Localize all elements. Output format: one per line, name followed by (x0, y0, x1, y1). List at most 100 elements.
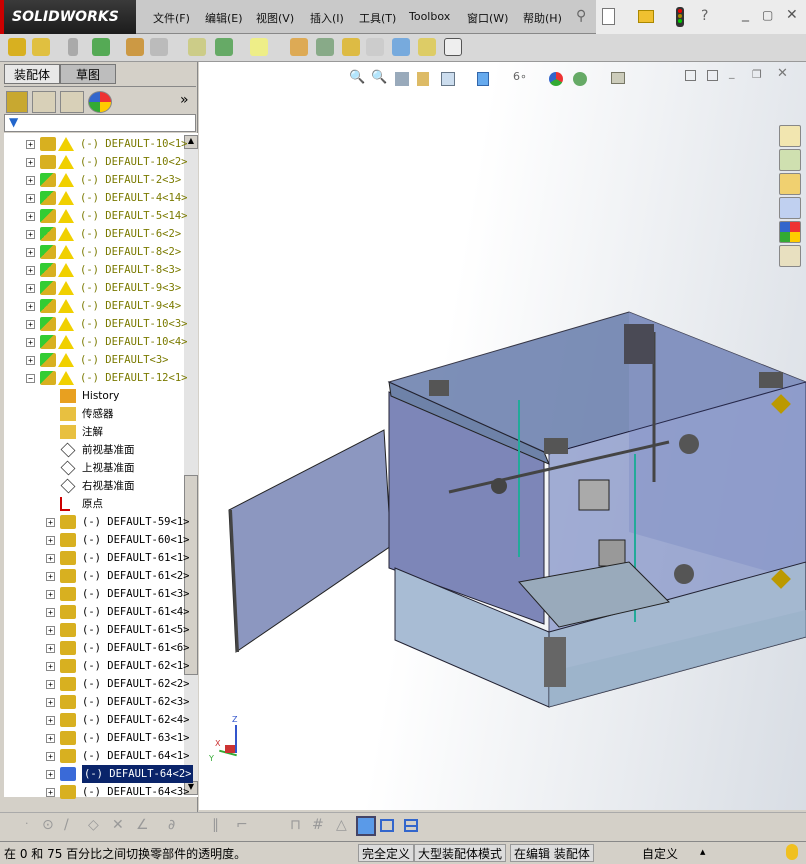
tree-item[interactable]: + (-) DEFAULT-2<3> (4, 171, 182, 189)
menu-file[interactable]: 文件(F) (153, 10, 190, 26)
parallel-icon[interactable]: ∥ (212, 817, 219, 833)
tree-item[interactable]: + (-) DEFAULT-10<3> (4, 315, 187, 333)
tree-part-item[interactable]: + (-) DEFAULT-61<6> (4, 639, 189, 657)
instant3d-icon[interactable] (444, 38, 462, 56)
expand-toggle[interactable]: + (46, 770, 55, 779)
tree-feature-item[interactable]: History (4, 387, 182, 405)
clearance-verification-icon[interactable] (418, 38, 436, 56)
tree-item[interactable]: + (-) DEFAULT-8<2> (4, 243, 182, 261)
tree-item[interactable]: + (-) DEFAULT-6<2> (4, 225, 182, 243)
tangent-icon[interactable]: ∂ (168, 817, 175, 833)
line-icon[interactable]: / (64, 817, 69, 833)
tree-feature-item[interactable]: 右视基准面 (4, 477, 182, 495)
angle-icon[interactable]: ∠ (136, 817, 149, 833)
menu-insert[interactable]: 插入(I) (310, 10, 344, 26)
expand-toggle[interactable]: + (26, 338, 35, 347)
move-component-icon[interactable] (150, 38, 168, 56)
expand-toggle[interactable]: + (26, 158, 35, 167)
bill-of-materials-icon[interactable] (316, 38, 334, 56)
tree-feature-item[interactable]: 前视基准面 (4, 441, 182, 459)
expand-toggle[interactable]: + (26, 212, 35, 221)
pin-icon[interactable]: ⚲ (576, 8, 586, 24)
open-folder-icon[interactable] (638, 10, 654, 23)
design-library-icon[interactable] (779, 149, 801, 171)
filter-icon[interactable]: ▼ (9, 115, 18, 129)
minimize-icon[interactable]: _ (742, 6, 749, 22)
tree-item[interactable]: − (-) DEFAULT-12<1> (4, 369, 187, 387)
tree-item[interactable]: + (-) DEFAULT-10<2> (4, 153, 187, 171)
menu-tools[interactable]: 工具(T) (359, 10, 396, 26)
expand-toggle[interactable]: + (26, 230, 35, 239)
expand-toggle[interactable]: + (26, 356, 35, 365)
feature-manager-tab-icon[interactable] (6, 91, 28, 113)
smart-fasteners-icon[interactable] (126, 38, 144, 56)
tree-part-item[interactable]: + (-) DEFAULT-62<2> (4, 675, 189, 693)
expand-toggle[interactable]: + (46, 626, 55, 635)
menu-edit[interactable]: 编辑(E) (205, 10, 243, 26)
collapse-toggle[interactable]: − (26, 374, 35, 383)
tree-part-item[interactable]: + (-) DEFAULT-62<3> (4, 693, 189, 711)
tree-feature-item[interactable]: 上视基准面 (4, 459, 182, 477)
expand-toggle[interactable]: + (46, 698, 55, 707)
point-icon[interactable]: · (25, 817, 29, 830)
insert-component-icon[interactable] (8, 38, 26, 56)
mate-icon[interactable] (68, 38, 78, 56)
tree-item[interactable]: + (-) DEFAULT-10<4> (4, 333, 187, 351)
menu-window[interactable]: 窗口(W) (467, 10, 508, 26)
new-part-icon[interactable] (32, 38, 50, 56)
shaded-view-button[interactable] (356, 816, 376, 836)
expand-toggle[interactable]: + (46, 554, 55, 563)
tree-part-item[interactable]: + (-) DEFAULT-61<1> (4, 549, 189, 567)
expand-toggle[interactable]: + (46, 518, 55, 527)
expand-toggle[interactable]: + (46, 734, 55, 743)
more-tabs-chevron[interactable]: » (180, 92, 189, 108)
single-view-icon[interactable] (380, 819, 394, 832)
circle-icon[interactable]: ⊙ (42, 817, 54, 833)
tree-item[interactable]: + (-) DEFAULT<3> (4, 351, 182, 369)
tree-part-item[interactable]: + (-) DEFAULT-62<1> (4, 657, 189, 675)
display-manager-tab-icon[interactable] (88, 91, 112, 113)
expand-toggle[interactable]: + (26, 176, 35, 185)
appearances-icon[interactable] (779, 221, 801, 243)
file-explorer-icon[interactable] (779, 173, 801, 195)
graphics-area[interactable]: 🔍 🔍 6∘ _ ❐ ✕ Z Y X (199, 62, 806, 810)
units-arrow-icon[interactable]: ▲ (700, 848, 705, 856)
tag-icon[interactable] (786, 844, 798, 860)
expand-toggle[interactable]: + (46, 716, 55, 725)
explode-line-sketch-icon[interactable] (366, 38, 384, 56)
close-icon[interactable]: ✕ (786, 7, 798, 23)
expand-toggle[interactable]: + (26, 320, 35, 329)
expand-toggle[interactable]: + (46, 680, 55, 689)
view-palette-icon[interactable] (779, 197, 801, 219)
reference-geometry-icon[interactable] (250, 38, 268, 56)
assembly-model[interactable] (199, 62, 806, 810)
tab-assembly[interactable]: 装配体 (4, 64, 60, 84)
filter-bar[interactable]: ▼ (4, 114, 196, 132)
menu-view[interactable]: 视图(V) (256, 10, 294, 26)
restore-icon[interactable]: ▢ (762, 8, 773, 22)
tab-sketch[interactable]: 草图 (60, 64, 116, 84)
menu-toolbox[interactable]: Toolbox (409, 10, 450, 23)
custom-properties-icon[interactable] (779, 245, 801, 267)
tree-part-item[interactable]: + (-) DEFAULT-61<2> (4, 567, 189, 585)
property-manager-tab-icon[interactable] (32, 91, 56, 113)
expand-toggle[interactable]: + (46, 608, 55, 617)
tree-item[interactable]: + (-) DEFAULT-8<3> (4, 261, 182, 279)
expand-toggle[interactable]: + (46, 752, 55, 761)
tree-item[interactable]: + (-) DEFAULT-9<4> (4, 297, 182, 315)
menu-help[interactable]: 帮助(H) (523, 10, 562, 26)
expand-toggle[interactable]: + (46, 644, 55, 653)
tree-item[interactable]: + (-) DEFAULT-5<14> (4, 207, 187, 225)
tree-item[interactable]: + (-) DEFAULT-9<3> (4, 279, 182, 297)
interference-detection-icon[interactable] (392, 38, 410, 56)
tree-part-item[interactable]: + (-) DEFAULT-60<1> (4, 531, 189, 549)
tree-part-item[interactable]: + (-) DEFAULT-61<3> (4, 585, 189, 603)
trim-icon[interactable]: ✕ (112, 817, 124, 833)
expand-toggle[interactable]: + (26, 266, 35, 275)
tree-part-item[interactable]: + (-) DEFAULT-64<1> (4, 747, 189, 765)
tree-part-item[interactable]: + (-) DEFAULT-64<2> (4, 765, 194, 783)
new-document-icon[interactable] (602, 8, 615, 25)
solidworks-resources-icon[interactable] (779, 125, 801, 147)
angle-dim-icon[interactable]: △ (336, 817, 347, 833)
assembly-features-icon[interactable] (215, 38, 233, 56)
